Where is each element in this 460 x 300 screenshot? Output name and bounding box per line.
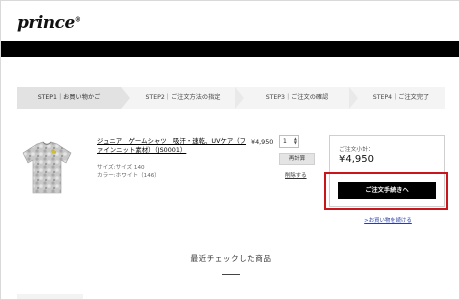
step-3: STEP3｜ご注文の確認 (245, 87, 349, 109)
quantity-stepper-icon[interactable]: ▲ ▼ (294, 137, 297, 145)
quantity-input[interactable]: 1 ▲ ▼ (279, 135, 299, 148)
heading-underline (222, 274, 240, 275)
subtotal-value: ¥4,950 (339, 154, 374, 165)
logo-text: prince (17, 13, 75, 33)
step-2: STEP2｜ご注文方法の指定 (131, 87, 235, 109)
logo-registered-mark: ® (74, 16, 81, 24)
step-4-label: STEP4｜ご注文完了 (372, 94, 430, 101)
product-color: カラー:ホワイト（146） (97, 173, 160, 179)
quantity-value: 1 (283, 138, 287, 145)
header-black-bar (1, 41, 459, 57)
checkout-button[interactable]: ご注文手続きへ (338, 182, 436, 199)
step-arrow-icon (235, 87, 244, 109)
subtotal-label: ご注文小計： (339, 147, 374, 153)
step-1-label: STEP1｜お買い物かご (37, 94, 101, 101)
tshirt-icon (22, 141, 72, 194)
step-3-label: STEP3｜ご注文の確認 (265, 94, 329, 101)
recently-viewed-heading: 最近チェックした商品 (190, 254, 272, 263)
product-image[interactable] (19, 141, 75, 195)
delete-link[interactable]: 削除する (285, 171, 307, 179)
product-name-link[interactable]: ジュニア ゲームシャツ 吸汗・速乾、UVケア（ファインニット素材）（JS0001… (97, 137, 249, 155)
step-arrow-icon (121, 87, 130, 109)
step-2-label: STEP2｜ご注文方法の指定 (145, 94, 221, 101)
product-size: サイズ:サイズ 140 (97, 165, 145, 171)
recalculate-button[interactable]: 再計算 (279, 153, 315, 165)
step-4: STEP4｜ご注文完了 (357, 87, 445, 109)
product-price: ¥4,950 (251, 138, 274, 146)
prince-logo[interactable]: prince® (17, 13, 81, 33)
site-header: prince® (1, 1, 459, 41)
step-1: STEP1｜お買い物かご (17, 87, 121, 109)
recent-item-thumbnail[interactable] (17, 294, 83, 299)
page-frame: prince® STEP1｜お買い物かご STEP2｜ご注文方法の指定 STEP… (0, 0, 460, 300)
continue-shopping-link[interactable]: >お買い物を続ける (339, 216, 437, 224)
checkout-steps: STEP1｜お買い物かご STEP2｜ご注文方法の指定 STEP3｜ご注文の確認… (17, 87, 445, 109)
